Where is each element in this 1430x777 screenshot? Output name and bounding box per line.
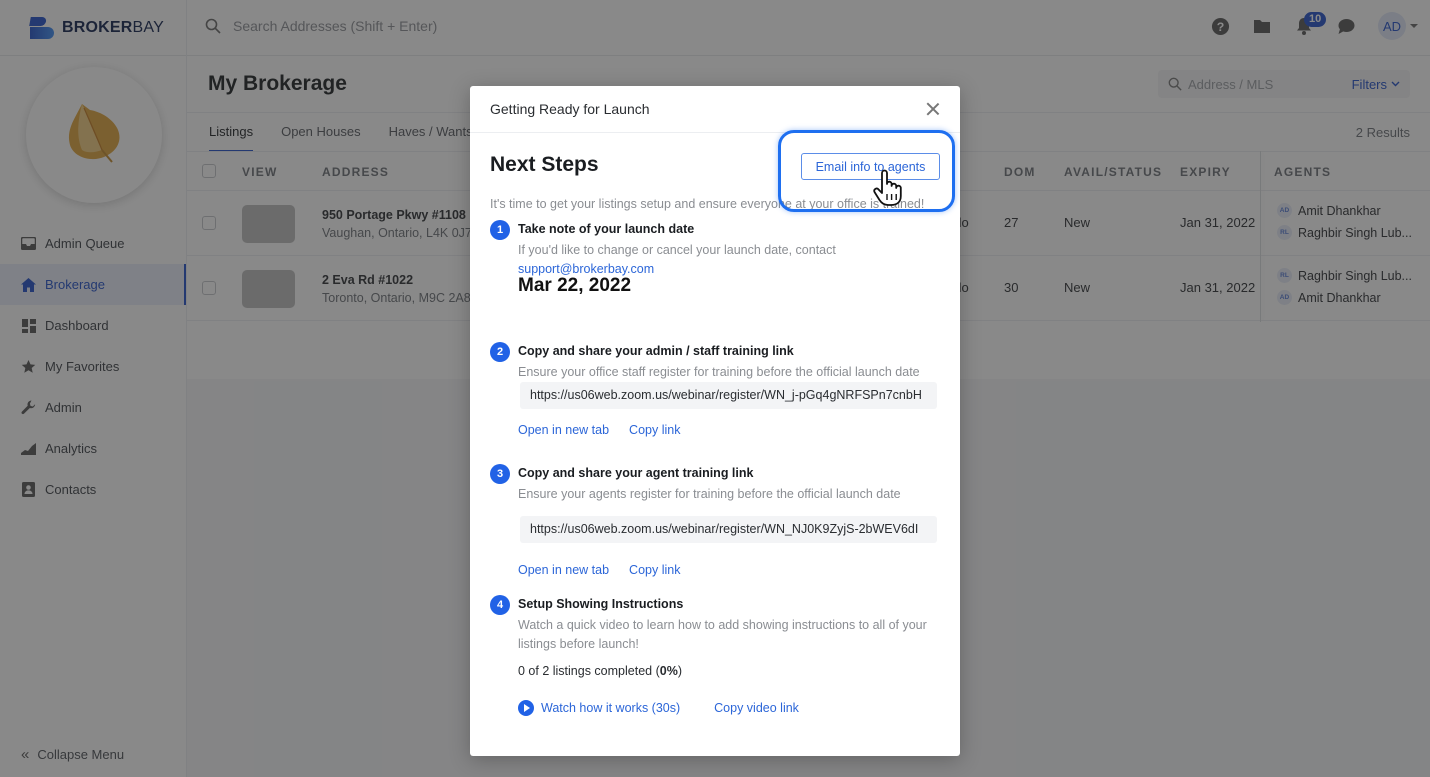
step-title: Copy and share your admin / staff traini… [518,344,794,358]
open-in-new-tab-link[interactable]: Open in new tab [518,563,609,577]
link-actions: Open in new tab Copy link [518,423,680,437]
step-number-badge: 1 [490,220,510,240]
step-number-badge: 4 [490,595,510,615]
modal-intro: It's time to get your listings setup and… [490,197,925,211]
step-number-badge: 3 [490,464,510,484]
modal-title: Getting Ready for Launch [490,101,650,117]
app-root: BROKERBAY ? 10 AD [0,0,1430,777]
email-info-to-agents-button[interactable]: Email info to agents [801,153,940,180]
staff-training-url-field[interactable] [520,382,937,409]
progress-percent: 0% [659,664,678,678]
launch-date: Mar 22, 2022 [518,275,632,296]
close-icon[interactable] [926,102,940,116]
showing-progress: 0 of 2 listings completed (0%) [518,664,682,678]
video-actions: Watch how it works (30s) Copy video link [518,700,799,716]
link-actions: Open in new tab Copy link [518,563,680,577]
step-title: Take note of your launch date [518,222,695,236]
step-description: Ensure your office staff register for tr… [518,365,920,379]
support-email-link[interactable]: support@brokerbay.com [518,262,654,276]
play-icon [518,700,534,716]
copy-link-button[interactable]: Copy link [629,423,680,437]
agent-training-url-field[interactable] [520,516,937,543]
step-title: Setup Showing Instructions [518,597,684,611]
copy-video-link-button[interactable]: Copy video link [714,701,799,715]
step-description: If you'd like to change or cancel your l… [518,241,940,279]
step-description-text: If you'd like to change or cancel your l… [518,243,836,257]
modal-heading: Next Steps [490,153,599,176]
modal-header: Getting Ready for Launch [470,86,960,133]
open-in-new-tab-link[interactable]: Open in new tab [518,423,609,437]
step-description: Ensure your agents register for training… [518,487,901,501]
step-number-badge: 2 [490,342,510,362]
launch-modal: Getting Ready for Launch Next Steps Emai… [470,86,960,756]
step-title: Copy and share your agent training link [518,466,754,480]
step-description: Watch a quick video to learn how to add … [518,618,927,651]
copy-link-button[interactable]: Copy link [629,563,680,577]
watch-video-link[interactable]: Watch how it works (30s) [518,700,680,716]
watch-label: Watch how it works (30s) [541,701,681,715]
